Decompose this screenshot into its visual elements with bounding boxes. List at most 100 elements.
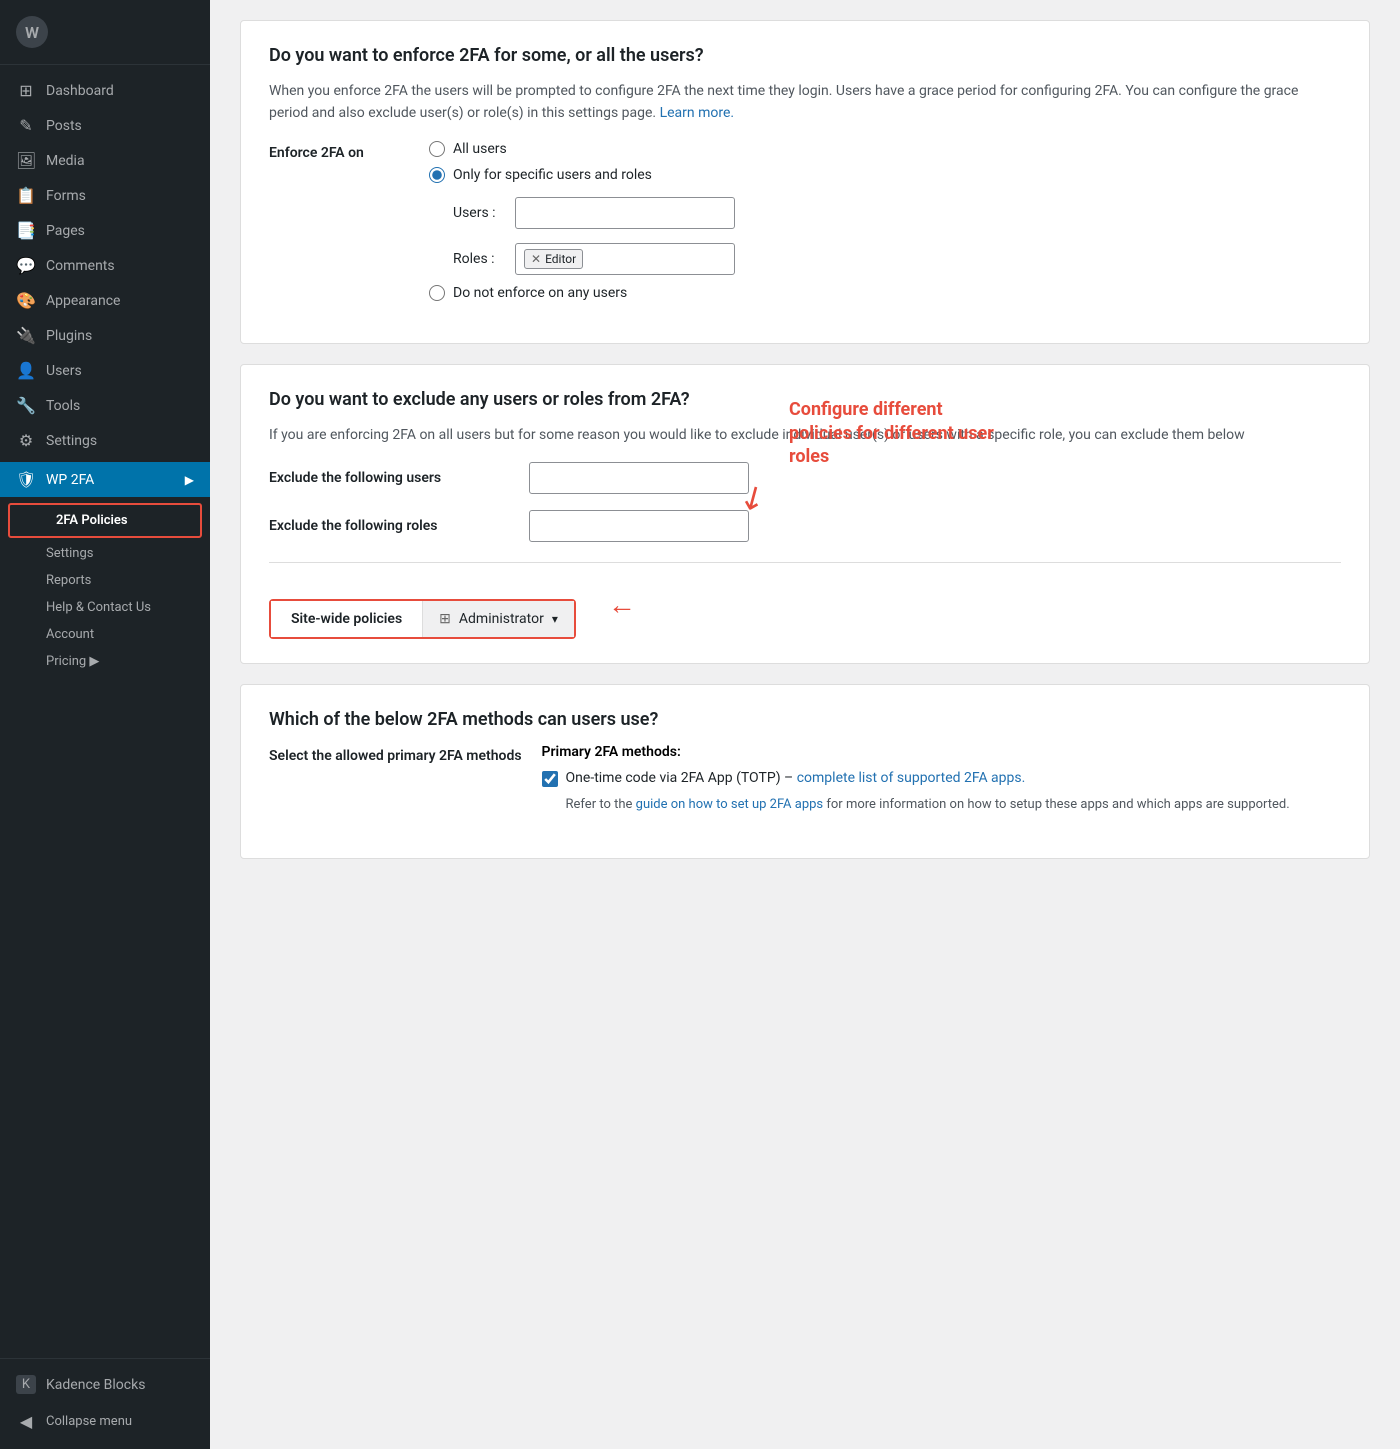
sidebar-item-settings[interactable]: ⚙ Settings	[0, 423, 210, 458]
sidebar-item-label: Comments	[46, 258, 115, 274]
section-divider	[269, 562, 1341, 563]
sidebar-item-posts[interactable]: ✎ Posts	[0, 108, 210, 143]
sidebar-item-forms[interactable]: 📋 Forms	[0, 178, 210, 213]
sidebar-item-label: Settings	[46, 433, 97, 449]
learn-more-link[interactable]: Learn more.	[660, 105, 735, 121]
dropdown-chevron-icon: ▾	[552, 612, 558, 626]
sidebar-item-kadence-blocks[interactable]: K Kadence Blocks	[0, 1367, 210, 1402]
submenu-item-settings[interactable]: Settings	[0, 540, 210, 567]
sidebar-item-label: Appearance	[46, 293, 120, 309]
sidebar-item-pages[interactable]: 📑 Pages	[0, 213, 210, 248]
wp-logo-icon: W	[16, 16, 48, 48]
enforce-label: Enforce 2FA on	[269, 141, 409, 161]
policy-tab-bar: Site-wide policies ⊞ Administrator ▾	[269, 599, 576, 639]
users-label: Users :	[453, 205, 503, 221]
sidebar-item-label: Tools	[46, 398, 80, 414]
users-input[interactable]	[515, 197, 735, 229]
totp-option: One-time code via 2FA App (TOTP) – compl…	[542, 770, 1290, 787]
totp-checkbox[interactable]	[542, 771, 558, 787]
methods-field-row: Select the allowed primary 2FA methods P…	[269, 744, 1341, 816]
radio-no-users[interactable]: Do not enforce on any users	[429, 285, 735, 301]
editor-tag: ✕ Editor	[524, 249, 583, 269]
totp-guide-link[interactable]: guide on how to set up 2FA apps	[636, 797, 824, 812]
sidebar-item-tools[interactable]: 🔧 Tools	[0, 388, 210, 423]
annotation-text: Configure different policies for differe…	[789, 398, 1009, 468]
sidebar-nav: ⊞ Dashboard ✎ Posts 🖼 Media 📋 Forms 📑 Pa…	[0, 65, 210, 1358]
sidebar-item-wp2fa[interactable]: 🛡 WP 2FA ▶	[0, 462, 210, 497]
submenu-label: 2FA Policies	[56, 513, 128, 528]
primary-methods-label: Select the allowed primary 2FA methods	[269, 744, 522, 764]
wp2fa-arrow-icon: ▶	[185, 473, 194, 487]
posts-icon: ✎	[16, 116, 36, 135]
grid-icon: ⊞	[439, 611, 451, 627]
sidebar-item-label: Kadence Blocks	[46, 1377, 145, 1393]
sidebar-item-comments[interactable]: 💬 Comments	[0, 248, 210, 283]
radio-specific-users-input[interactable]	[429, 167, 445, 183]
radio-all-users[interactable]: All users	[429, 141, 735, 157]
submenu-label: Help & Contact Us	[46, 600, 151, 615]
radio-all-users-input[interactable]	[429, 141, 445, 157]
radio-all-users-label: All users	[453, 141, 507, 157]
totp-guide-suffix: for more information on how to setup the…	[826, 797, 1289, 812]
submenu-item-2fa-policies[interactable]: 2FA Policies	[8, 503, 202, 538]
sidebar-logo: W	[0, 0, 210, 65]
sidebar-item-label: WP 2FA	[46, 472, 94, 488]
sidebar-item-label: Plugins	[46, 328, 92, 344]
enforce-2fa-section: Do you want to enforce 2FA for some, or …	[240, 20, 1370, 344]
forms-icon: 📋	[16, 186, 36, 205]
pages-icon: 📑	[16, 221, 36, 240]
tab-bar-wrapper: Site-wide policies ⊞ Administrator ▾ ←	[269, 583, 576, 639]
exclude-users-input[interactable]	[529, 462, 749, 494]
radio-specific-users[interactable]: Only for specific users and roles	[429, 167, 735, 183]
submenu-label: Pricing ▶	[46, 654, 99, 669]
plugins-icon: 🔌	[16, 326, 36, 345]
sidebar-item-label: Dashboard	[46, 83, 114, 99]
sidebar-bottom: K Kadence Blocks ◀ Collapse menu	[0, 1358, 210, 1449]
submenu-item-help-contact[interactable]: Help & Contact Us	[0, 594, 210, 621]
users-icon: 👤	[16, 361, 36, 380]
submenu-item-account[interactable]: Account	[0, 621, 210, 648]
radio-no-users-label: Do not enforce on any users	[453, 285, 627, 301]
radio-no-users-input[interactable]	[429, 285, 445, 301]
sidebar-item-label: Forms	[46, 188, 86, 204]
totp-guide-text: Refer to the guide on how to set up 2FA …	[566, 795, 1290, 816]
enforce-field-row: Enforce 2FA on All users Only for specif…	[269, 141, 1341, 301]
methods-section-title: Which of the below 2FA methods can users…	[269, 709, 1341, 730]
totp-label: One-time code via 2FA App (TOTP) –	[566, 770, 794, 786]
sidebar-item-dashboard[interactable]: ⊞ Dashboard	[0, 73, 210, 108]
exclude-users-row: Exclude the following users Configure di…	[269, 462, 1341, 494]
tag-remove-icon[interactable]: ✕	[531, 252, 541, 266]
primary-methods-controls: Primary 2FA methods: One-time code via 2…	[542, 744, 1290, 816]
totp-guide-prefix: Refer to the	[566, 797, 633, 812]
enforce-section-desc: When you enforce 2FA the users will be p…	[269, 80, 1341, 125]
kadence-icon: K	[16, 1375, 36, 1394]
appearance-icon: 🎨	[16, 291, 36, 310]
sidebar-item-label: Media	[46, 153, 85, 169]
exclude-roles-input[interactable]	[529, 510, 749, 542]
wp2fa-shield-icon: 🛡	[16, 470, 36, 489]
sidebar-item-plugins[interactable]: 🔌 Plugins	[0, 318, 210, 353]
sidebar-item-media[interactable]: 🖼 Media	[0, 143, 210, 178]
tab-administrator-label: Administrator	[459, 611, 544, 627]
sidebar-item-appearance[interactable]: 🎨 Appearance	[0, 283, 210, 318]
roles-label: Roles :	[453, 251, 503, 267]
sidebar-item-label: Users	[46, 363, 82, 379]
sidebar: W ⊞ Dashboard ✎ Posts 🖼 Media 📋 Forms 📑 …	[0, 0, 210, 1449]
submenu-item-pricing[interactable]: Pricing ▶	[0, 648, 210, 675]
submenu-label: Reports	[46, 573, 91, 588]
submenu-label: Settings	[46, 546, 93, 561]
sidebar-item-users[interactable]: 👤 Users	[0, 353, 210, 388]
sidebar-item-label: Posts	[46, 118, 82, 134]
comments-icon: 💬	[16, 256, 36, 275]
sidebar-item-label: Pages	[46, 223, 85, 239]
radio-specific-users-label: Only for specific users and roles	[453, 167, 652, 183]
roles-tag-input[interactable]: ✕ Editor	[515, 243, 735, 275]
tab-administrator[interactable]: ⊞ Administrator ▾	[423, 601, 574, 637]
collapse-menu-button[interactable]: ◀ Collapse menu	[0, 1402, 210, 1441]
submenu-item-reports[interactable]: Reports	[0, 567, 210, 594]
sidebar-collapse-label: Collapse menu	[46, 1414, 132, 1429]
media-icon: 🖼	[16, 151, 36, 170]
totp-apps-link[interactable]: complete list of supported 2FA apps.	[797, 770, 1026, 786]
tab-site-wide[interactable]: Site-wide policies	[271, 601, 423, 637]
main-content: Do you want to enforce 2FA for some, or …	[210, 0, 1400, 1449]
